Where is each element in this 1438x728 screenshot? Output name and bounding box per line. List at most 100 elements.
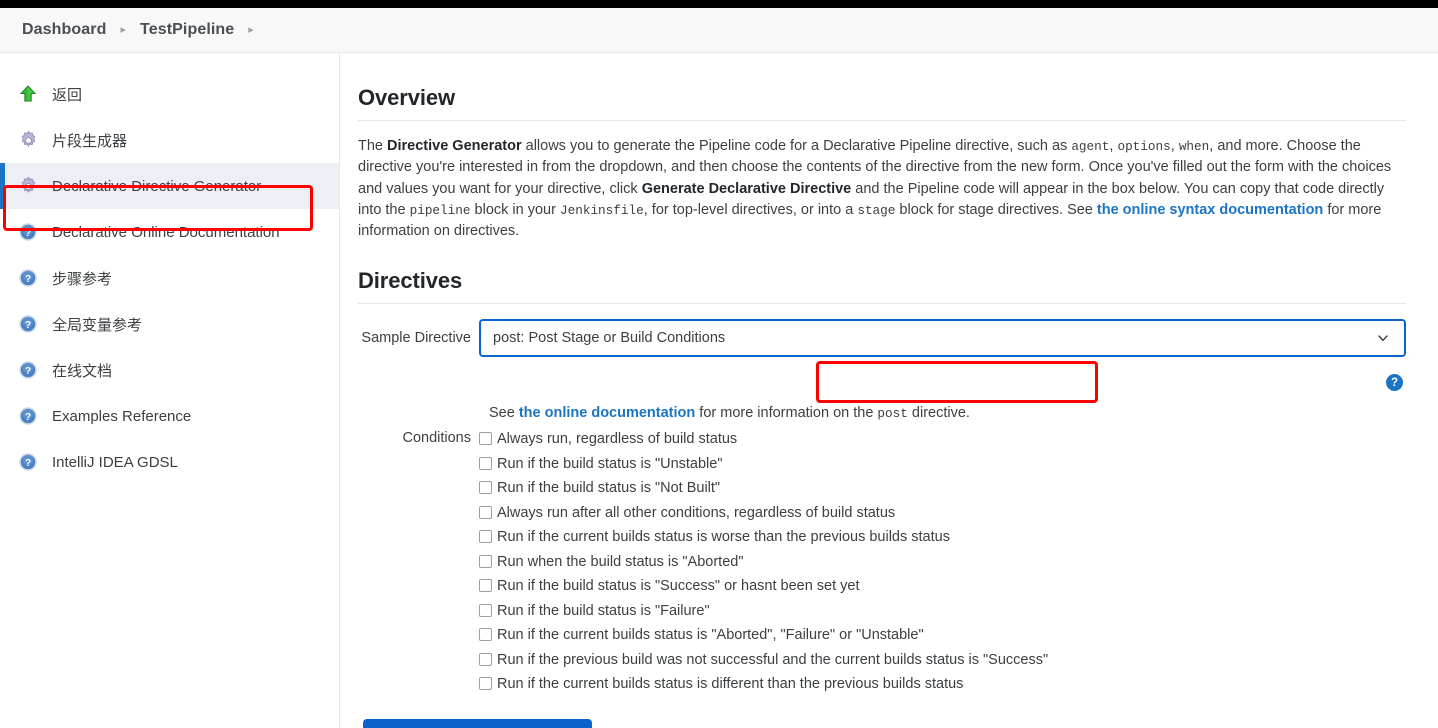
overview-sep-2: ,: [1170, 138, 1179, 154]
condition-checkbox-item[interactable]: Run if the current builds status is diff…: [479, 674, 1406, 694]
help-icon[interactable]: ?: [1386, 374, 1403, 392]
overview-text-h: block for stage directives. See: [895, 201, 1097, 218]
gear-icon: [17, 175, 39, 197]
breadcrumb-separator-icon-2: ▸: [248, 23, 254, 36]
sidebar-item-snippet-generator[interactable]: 片段生成器: [0, 117, 339, 163]
condition-checkbox-item[interactable]: Run if the current builds status is wors…: [479, 527, 1406, 547]
sidebar-item-label: 全局变量参考: [52, 316, 143, 334]
checkbox-icon[interactable]: [479, 505, 492, 519]
condition-checkbox-item[interactable]: Run if the build status is "Unstable": [479, 454, 1406, 474]
condition-checkbox-item[interactable]: Always run, regardless of build status: [479, 429, 1406, 449]
help-circle-icon: ?: [17, 267, 39, 289]
code-options: options: [1117, 139, 1171, 154]
sample-directive-select[interactable]: post: Post Stage or Build Conditions: [479, 319, 1406, 358]
overview-text-g: , for top-level directives, or into a: [643, 201, 858, 218]
condition-label: Run if the current builds status is "Abo…: [497, 627, 924, 644]
sidebar-item-label: Examples Reference: [52, 407, 192, 425]
condition-checkbox-item[interactable]: Run if the build status is "Success" or …: [479, 576, 1406, 596]
sidebar-item-back[interactable]: 返回: [0, 71, 339, 117]
checkbox-icon[interactable]: [479, 677, 492, 691]
sample-directive-selected-value: post: Post Stage or Build Conditions: [493, 330, 726, 347]
svg-text:?: ?: [25, 366, 31, 377]
svg-text:?: ?: [25, 320, 31, 331]
code-post: post: [877, 406, 908, 422]
page-body: 返回 片段生成器 Declarative Directive Generator: [0, 53, 1438, 728]
checkbox-icon[interactable]: [479, 603, 492, 617]
breadcrumb-item-dashboard[interactable]: Dashboard: [22, 21, 106, 39]
svg-text:?: ?: [25, 274, 31, 285]
sidebar-item-online-documentation[interactable]: ? 在线文档: [0, 347, 339, 393]
chevron-down-icon: [1376, 331, 1390, 345]
sidebar-item-label: 返回: [52, 86, 83, 104]
help-circle-icon: ?: [17, 359, 39, 381]
sidebar-item-step-reference[interactable]: ? 步骤参考: [0, 255, 339, 301]
link-online-syntax-documentation[interactable]: the online syntax documentation: [1097, 202, 1323, 218]
sidebar-item-label: Declarative Directive Generator: [52, 177, 262, 195]
condition-checkbox-item[interactable]: Run if the previous build was not succes…: [479, 650, 1406, 670]
sidebar-item-label: 片段生成器: [52, 132, 128, 150]
condition-checkbox-item[interactable]: Run if the current builds status is "Abo…: [479, 625, 1406, 645]
conditions-row: Conditions Always run, regardless of bui…: [358, 429, 1406, 694]
checkbox-icon[interactable]: [479, 432, 492, 446]
code-when: when: [1178, 139, 1210, 154]
top-black-bar: [0, 0, 1438, 8]
breadcrumb-item-testpipeline[interactable]: TestPipeline: [140, 21, 234, 39]
svg-text:?: ?: [25, 228, 31, 239]
checkbox-icon[interactable]: [479, 579, 492, 593]
sidebar-item-examples-reference[interactable]: ? Examples Reference: [0, 393, 339, 439]
conditions-label: Conditions: [402, 430, 471, 447]
checkbox-icon[interactable]: [479, 554, 492, 568]
overview-divider: [358, 120, 1406, 121]
sample-directive-row: Sample Directive post: Post Stage or Bui…: [358, 319, 1406, 358]
checkbox-icon[interactable]: [479, 456, 492, 470]
condition-checkbox-item[interactable]: Run if the build status is "Not Built": [479, 478, 1406, 498]
overview-bold-directive-generator: Directive Generator: [387, 138, 522, 154]
conditions-checkbox-list: Always run, regardless of build status R…: [479, 429, 1406, 694]
generate-declarative-directive-button[interactable]: Generate Declarative Directive: [363, 719, 593, 728]
sidebar: 返回 片段生成器 Declarative Directive Generator: [0, 53, 340, 728]
condition-label: Always run, regardless of build status: [497, 431, 738, 448]
condition-label: Run if the previous build was not succes…: [497, 651, 1049, 668]
sidebar-item-label: 在线文档: [52, 362, 113, 380]
checkbox-icon[interactable]: [479, 481, 492, 495]
overview-bold-generate-declarative-directive: Generate Declarative Directive: [641, 180, 852, 197]
sidebar-item-intellij-idea-gdsl[interactable]: ? IntelliJ IDEA GDSL: [0, 439, 339, 485]
breadcrumb: Dashboard ▸ TestPipeline ▸: [0, 8, 1438, 53]
overview-heading: Overview: [358, 85, 456, 110]
generate-button-row: Generate Declarative Directive: [358, 719, 1406, 728]
checkbox-icon[interactable]: [479, 652, 492, 666]
help-circle-icon: ?: [17, 221, 39, 243]
condition-label: Run if the build status is "Not Built": [497, 480, 721, 497]
sidebar-item-global-variable-reference[interactable]: ? 全局变量参考: [0, 301, 339, 347]
code-pipeline: pipeline: [409, 202, 471, 218]
directives-heading: Directives: [358, 268, 463, 294]
help-circle-icon: ?: [17, 313, 39, 335]
condition-label: Run when the build status is "Aborted": [497, 553, 744, 570]
help-circle-icon: ?: [17, 451, 39, 473]
svg-text:?: ?: [25, 458, 31, 469]
sidebar-item-label: IntelliJ IDEA GDSL: [52, 453, 178, 471]
condition-label: Run if the build status is "Unstable": [497, 455, 723, 472]
sidebar-item-declarative-online-documentation[interactable]: ? Declarative Online Documentation: [0, 209, 339, 255]
code-stage: stage: [857, 202, 896, 218]
code-jenkinsfile: Jenkinsfile: [559, 202, 644, 218]
overview-text-c: allows you to generate the Pipeline code…: [521, 138, 1072, 154]
doc-note-text-b: for more information on the: [695, 405, 878, 422]
checkbox-icon[interactable]: [479, 530, 492, 544]
link-online-documentation[interactable]: the online documentation: [519, 405, 695, 421]
condition-label: Run if the current builds status is wors…: [497, 529, 950, 546]
condition-checkbox-item[interactable]: Run if the build status is "Failure": [479, 601, 1406, 621]
help-circle-icon: ?: [17, 405, 39, 427]
sample-directive-label: Sample Directive: [361, 330, 471, 347]
gear-icon: [17, 129, 39, 151]
condition-checkbox-item[interactable]: Always run after all other conditions, r…: [479, 503, 1406, 523]
condition-checkbox-item[interactable]: Run when the build status is "Aborted": [479, 552, 1406, 572]
overview-paragraph: The Directive Generator allows you to ge…: [358, 136, 1406, 242]
documentation-note: See the online documentation for more in…: [489, 405, 1406, 421]
directives-divider: [358, 303, 1406, 305]
condition-label: Run if the current builds status is diff…: [497, 676, 964, 693]
sidebar-item-declarative-directive-generator[interactable]: Declarative Directive Generator: [0, 163, 339, 209]
svg-text:?: ?: [25, 412, 31, 423]
checkbox-icon[interactable]: [479, 628, 492, 642]
breadcrumb-separator-icon: ▸: [120, 23, 127, 36]
